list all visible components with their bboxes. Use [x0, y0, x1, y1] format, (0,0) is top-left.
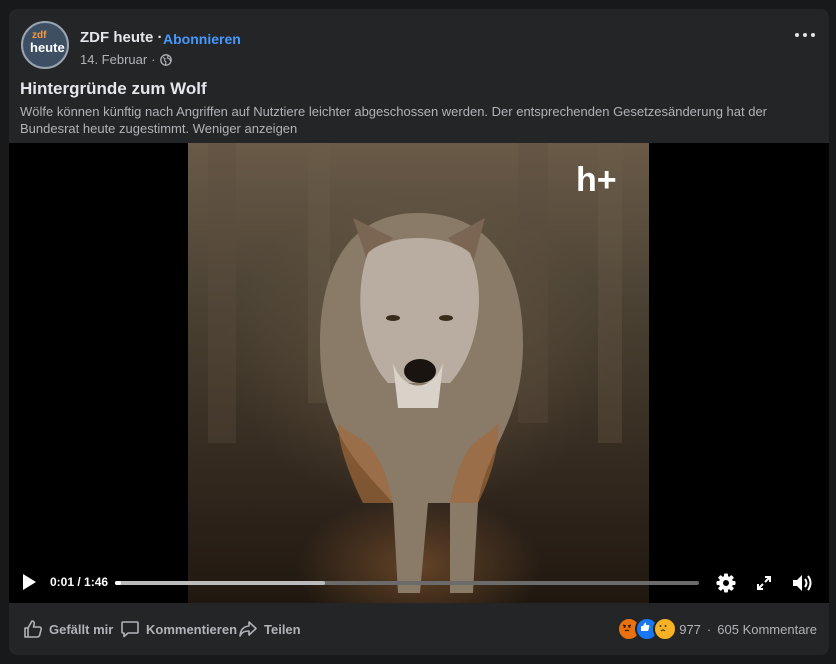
volume-icon[interactable] [791, 573, 813, 593]
fullscreen-icon[interactable] [756, 575, 772, 591]
thumbs-up-icon [24, 620, 42, 638]
page-avatar[interactable]: zdf heute [21, 21, 69, 69]
post-actions-bar: Gefällt mir Kommentieren Teilen 977 · 60… [9, 617, 829, 641]
share-arrow-icon [239, 621, 257, 637]
video-controls: 0:01 / 1:46 [9, 563, 829, 603]
post-description: Wölfe können künftig nach Angriffen auf … [20, 104, 768, 136]
share-label: Teilen [264, 621, 301, 637]
post-meta: 14. Februar · [80, 52, 172, 67]
page-name-separator: · [157, 29, 163, 46]
comment-bubble-icon [121, 621, 139, 638]
video-time: 0:01 / 1:46 [50, 575, 109, 589]
avatar-logo-line2: heute [30, 40, 65, 55]
reaction-count: 977 [679, 621, 701, 637]
video-played-fill [115, 581, 121, 585]
play-icon[interactable] [23, 574, 36, 590]
wolf-image [208, 143, 622, 593]
video-frame[interactable]: h+ [188, 143, 649, 603]
post-title: Hintergründe zum Wolf [20, 79, 207, 98]
reactions-summary[interactable]: 977 · 605 Kommentare [617, 617, 817, 641]
post-date[interactable]: 14. Februar [80, 52, 147, 67]
share-button[interactable]: Teilen [238, 617, 301, 641]
comment-count[interactable]: 605 Kommentare [717, 622, 817, 637]
reaction-separator: · [706, 621, 712, 637]
comment-label: Kommentieren [146, 621, 238, 637]
globe-icon [159, 53, 172, 66]
like-label: Gefällt mir [49, 621, 114, 637]
video-player[interactable]: h+ 0:01 / 1:46 [9, 143, 829, 603]
video-progress-bar[interactable] [115, 581, 699, 585]
comment-button[interactable]: Kommentieren [120, 617, 237, 641]
settings-gear-icon[interactable] [716, 573, 736, 593]
like-button[interactable]: Gefällt mir [23, 617, 113, 641]
hplus-watermark: h+ [576, 161, 617, 199]
more-options-icon[interactable] [795, 29, 815, 41]
post-card: zdf heute ZDF heute · Abonnieren 14. Feb… [9, 9, 829, 655]
meta-separator: · [151, 52, 156, 67]
subscribe-button[interactable]: Abonnieren [163, 31, 241, 47]
sad-reaction-icon [653, 617, 678, 641]
page-name-row: ZDF heute · [80, 29, 163, 46]
video-buffer-fill [115, 581, 326, 585]
page-name[interactable]: ZDF heute [80, 29, 153, 46]
